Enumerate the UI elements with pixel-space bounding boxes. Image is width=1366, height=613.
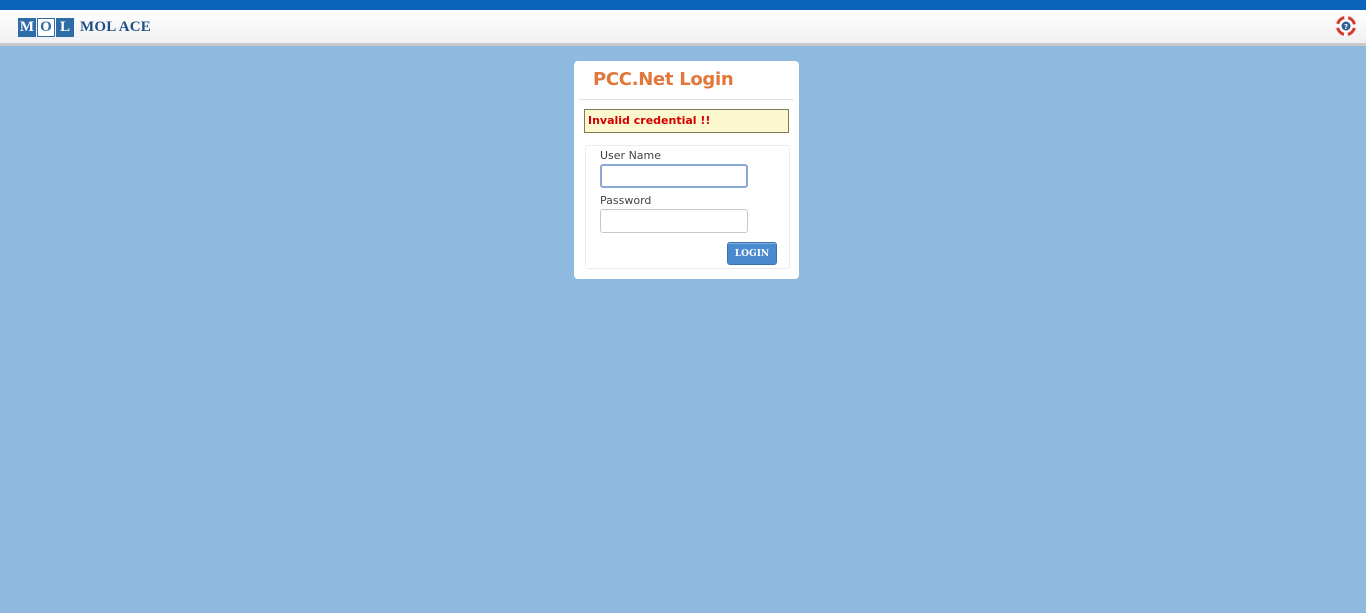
username-label: User Name: [600, 149, 662, 162]
login-title: PCC.Net Login: [593, 69, 734, 90]
svg-text:?: ?: [1344, 23, 1348, 31]
error-message: Invalid credential !!: [584, 109, 789, 133]
top-color-strip: [0, 0, 1366, 10]
logo-letter-l: L: [56, 18, 74, 37]
login-form: User Name Password LOGIN: [585, 145, 790, 269]
password-input[interactable]: [600, 209, 748, 233]
app-header: M O L MOL ACE ?: [0, 10, 1366, 46]
title-divider: [579, 99, 794, 100]
lifebuoy-help-icon[interactable]: ?: [1336, 16, 1356, 36]
logo-text: MOL ACE: [80, 19, 151, 35]
logo-letter-o: O: [37, 18, 55, 37]
username-input[interactable]: [600, 164, 748, 188]
mol-ace-logo: M O L MOL ACE: [18, 18, 151, 37]
login-button[interactable]: LOGIN: [727, 242, 777, 265]
logo-letter-m: M: [18, 18, 36, 37]
logo-letters: M O L: [18, 18, 75, 37]
login-card: PCC.Net Login Invalid credential !! User…: [574, 61, 799, 279]
password-label: Password: [600, 194, 652, 207]
